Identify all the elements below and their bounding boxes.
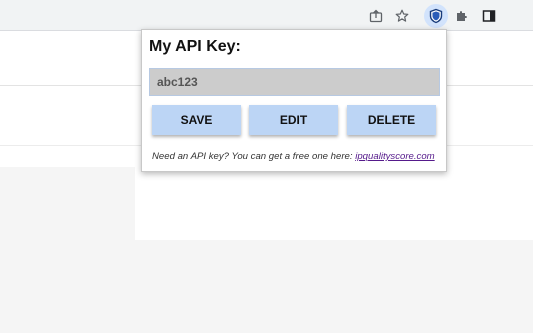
api-key-popup: My API Key: SAVE EDIT DELETE Need an API… (141, 29, 447, 172)
bookmark-star-icon[interactable] (392, 6, 412, 26)
api-key-input[interactable] (149, 68, 440, 96)
popup-title: My API Key: (149, 38, 241, 55)
puzzle-extensions-icon[interactable] (452, 6, 472, 26)
page-panel (135, 167, 533, 240)
shield-extension-icon[interactable] (424, 4, 448, 28)
side-panel-icon[interactable] (479, 6, 499, 26)
edit-button[interactable]: EDIT (249, 105, 338, 135)
helper-text: Need an API key? You can get a free one … (152, 151, 435, 162)
page-panel (0, 167, 135, 333)
ipqualityscore-link[interactable]: ipqualityscore.com (355, 151, 434, 162)
save-button[interactable]: SAVE (152, 105, 241, 135)
address-bar[interactable] (0, 5, 415, 27)
share-icon[interactable] (366, 6, 386, 26)
helper-text-prefix: Need an API key? You can get a free one … (152, 151, 356, 162)
browser-toolbar (0, 0, 533, 31)
delete-button[interactable]: DELETE (347, 105, 436, 135)
